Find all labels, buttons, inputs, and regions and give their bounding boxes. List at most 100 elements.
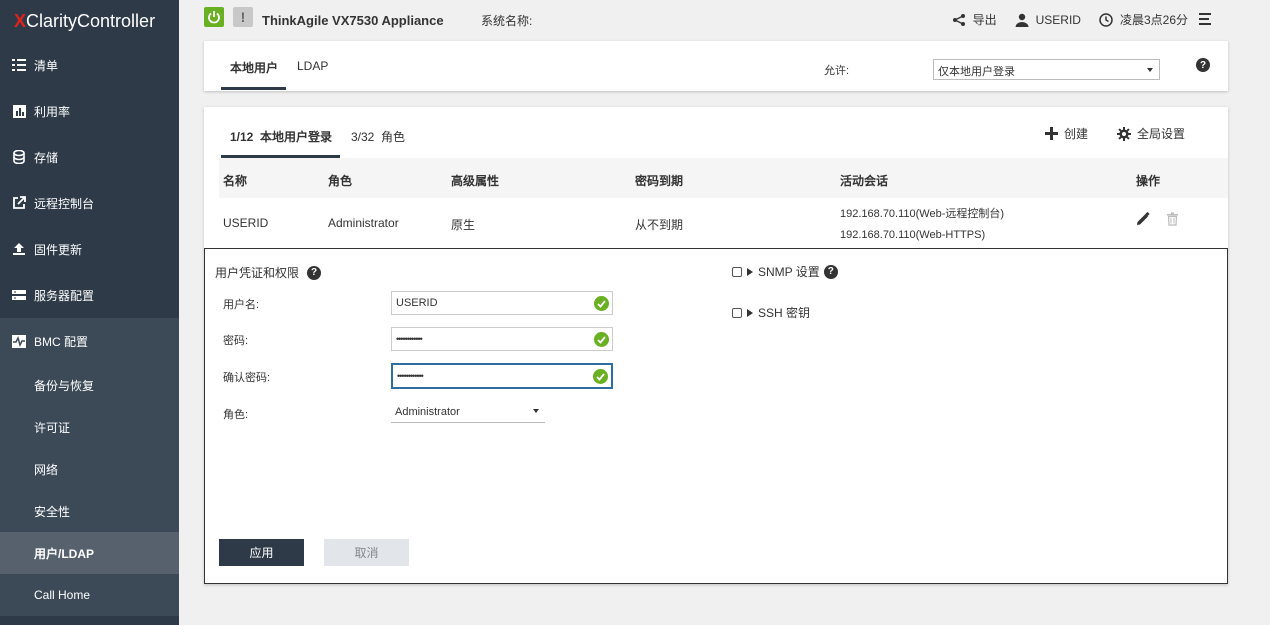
expand-arrow-icon <box>747 308 753 317</box>
cell-role: Administrator <box>328 216 399 230</box>
global-settings-button[interactable]: 全局设置 <box>1117 125 1185 142</box>
snmp-checkbox[interactable] <box>732 266 742 277</box>
sidebar-item-utilization[interactable]: 利用率 <box>0 88 179 134</box>
confirm-password-field[interactable]: •••••••••••• <box>391 363 613 389</box>
global-settings-label: 全局设置 <box>1137 127 1186 141</box>
edit-icon[interactable] <box>1136 211 1150 229</box>
login-mode-value: 仅本地用户登录 <box>938 66 1015 78</box>
time-label: 凌晨3点26分 <box>1119 13 1188 27</box>
share-icon <box>952 13 965 26</box>
power-status-icon[interactable] <box>204 7 224 27</box>
trash-icon[interactable] <box>1166 212 1179 229</box>
sidebar-item-label: 服务器配置 <box>34 288 95 303</box>
clock-icon <box>1099 12 1113 27</box>
ssh-checkbox[interactable] <box>732 307 742 318</box>
role-select[interactable]: Administrator <box>391 401 545 423</box>
help-icon[interactable]: ? <box>823 264 838 279</box>
cell-expiry: 从不到期 <box>635 218 684 232</box>
sidebar-subitem-call-home[interactable]: Call Home <box>0 574 179 616</box>
sidebar-subitem-users-ldap[interactable]: 用户/LDAP <box>0 532 179 574</box>
cell-name: USERID <box>223 216 269 230</box>
ssh-key-toggle[interactable]: SSH 密钥 <box>732 304 810 321</box>
sidebar-item-server-config[interactable]: 服务器配置 <box>0 272 179 318</box>
sidebar-item-bmc-config[interactable]: BMC 配置 <box>0 318 179 364</box>
snmp-label: SNMP 设置 <box>758 265 820 279</box>
sidebar-subitem-security[interactable]: 安全性 <box>0 490 179 532</box>
confirm-password-label: 确认密码: <box>223 372 271 384</box>
sidebar-item-label: 固件更新 <box>34 242 83 257</box>
sidebar-item-label: 远程控制台 <box>34 196 95 211</box>
login-mode-select[interactable]: 仅本地用户登录 <box>933 59 1160 80</box>
export-button[interactable]: 导出 <box>952 11 997 28</box>
export-label: 导出 <box>972 13 997 27</box>
table-header: 名称 角色 高级属性 密码到期 活动会话 操作 <box>219 158 1228 198</box>
logo-controller: Controller <box>77 10 156 31</box>
username-field[interactable]: USERID <box>391 291 613 315</box>
username-value: USERID <box>396 297 438 309</box>
tab-roles[interactable]: 3/32 角色 <box>351 128 405 145</box>
external-icon <box>11 195 27 211</box>
sidebar-item-remote-console[interactable]: 远程控制台 <box>0 180 179 226</box>
product-name: ThinkAgile VX7530 Appliance <box>262 13 444 28</box>
create-button[interactable]: 创建 <box>1045 125 1088 142</box>
column-header-sessions: 活动会话 <box>840 174 889 188</box>
users-panel: 1/12 本地用户登录 3/32 角色 创建 全局设置 名称 角色 高级属性 密… <box>204 107 1228 584</box>
sidebar-item-inventory[interactable]: 清单 <box>0 42 179 88</box>
check-icon <box>594 296 609 311</box>
sidebar-item-label: 存储 <box>34 150 59 165</box>
cell-session-1: 192.168.70.110(Web-远程控制台) <box>840 208 1005 220</box>
sidebar-subitem-label: Call Home <box>34 588 91 602</box>
sidebar: X Clarity Controller 清单 利用率 存储 远程控制台 固件更新… <box>0 0 179 625</box>
gear-icon <box>1117 126 1131 141</box>
confirm-password-value: •••••••••••• <box>397 371 424 381</box>
user-icon <box>1015 13 1029 27</box>
sidebar-subitem-network[interactable]: 网络 <box>0 448 179 490</box>
cell-advanced: 原生 <box>451 218 476 232</box>
snmp-settings-toggle[interactable]: SNMP 设置 ? <box>732 263 838 280</box>
user-editor: 用户凭证和权限 ? 用户名: USERID 密码: •••••••••••• 确… <box>204 248 1228 584</box>
top-bar: ! ThinkAgile VX7530 Appliance 系统名称: 导出 U… <box>179 0 1270 40</box>
column-header-name: 名称 <box>223 174 248 188</box>
list-icon <box>11 57 27 73</box>
top-actions: 导出 USERID 凌晨3点26分 <box>952 11 1188 28</box>
create-label: 创建 <box>1064 127 1089 141</box>
role-value: Administrator <box>395 406 460 418</box>
help-icon[interactable]: ? <box>307 265 322 280</box>
sidebar-item-firmware[interactable]: 固件更新 <box>0 226 179 272</box>
column-header-advanced: 高级属性 <box>451 174 500 188</box>
sidebar-subitem-label: 网络 <box>34 462 59 477</box>
logo-clarity: Clarity <box>26 10 78 31</box>
menu-icon[interactable] <box>1199 12 1212 29</box>
apply-button[interactable]: 应用 <box>219 539 304 566</box>
password-label: 密码: <box>223 335 249 347</box>
user-menu[interactable]: USERID <box>1015 13 1081 27</box>
sidebar-subitem-license[interactable]: 许可证 <box>0 406 179 448</box>
app-logo: X Clarity Controller <box>0 0 179 42</box>
sidebar-subitem-backup[interactable]: 备份与恢复 <box>0 364 179 406</box>
user-logins-label: 本地用户登录 <box>260 130 333 144</box>
role-label: 角色: <box>223 409 249 421</box>
warning-icon[interactable]: ! <box>233 7 253 27</box>
password-field[interactable]: •••••••••••• <box>391 327 613 351</box>
column-header-actions: 操作 <box>1136 174 1161 188</box>
sidebar-item-label: BMC 配置 <box>34 334 89 349</box>
tab-ldap[interactable]: LDAP <box>297 59 328 73</box>
credentials-title: 用户凭证和权限 <box>215 266 300 280</box>
allow-label: 允许: <box>824 65 850 77</box>
credentials-section: 用户凭证和权限 ? <box>215 264 322 281</box>
database-icon <box>11 149 27 165</box>
pulse-icon <box>11 333 27 349</box>
sidebar-item-storage[interactable]: 存储 <box>0 134 179 180</box>
sidebar-item-label: 清单 <box>34 58 59 73</box>
help-icon[interactable]: ? <box>1196 58 1210 72</box>
cell-session-2: 192.168.70.110(Web-HTTPS) <box>840 229 986 241</box>
ssh-label: SSH 密钥 <box>758 306 811 320</box>
user-label: USERID <box>1035 12 1081 27</box>
system-name-label: 系统名称: <box>481 14 533 28</box>
column-header-role: 角色 <box>328 174 353 188</box>
tab-local-user-logins[interactable]: 1/12 本地用户登录 <box>230 128 332 145</box>
table-row[interactable]: USERID Administrator 原生 从不到期 192.168.70.… <box>219 198 1228 248</box>
user-count: 1/12 <box>230 130 254 144</box>
tab-local-users[interactable]: 本地用户 <box>230 59 278 76</box>
cancel-button[interactable]: 取消 <box>324 539 409 566</box>
